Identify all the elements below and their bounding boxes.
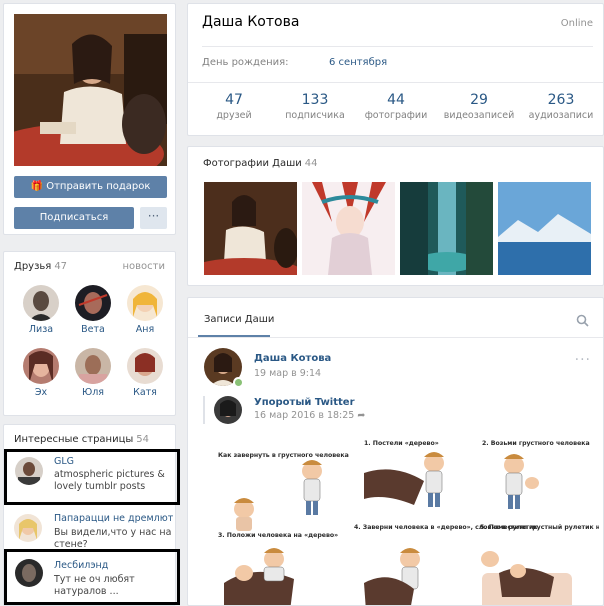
- friend-name: Катя: [133, 387, 157, 398]
- photo-thumbnail[interactable]: [498, 182, 591, 275]
- friend-avatar: [23, 285, 59, 321]
- share-icon: ➦: [357, 410, 366, 421]
- birthday-label: День рождения:: [202, 57, 289, 68]
- friend-avatar: [75, 285, 111, 321]
- stat-audio[interactable]: 263 аудиозаписи: [521, 92, 601, 121]
- friends-header[interactable]: Друзья 47: [14, 261, 67, 272]
- profile-photo[interactable]: [14, 14, 167, 166]
- photo-thumbnail[interactable]: [302, 182, 395, 275]
- page-avatar: [14, 514, 42, 542]
- page-item-lesbiland[interactable]: Лесбилэнд Тут не оч любят натуралов ...: [4, 549, 180, 605]
- photos-header[interactable]: Фотографии Даши 44: [203, 158, 317, 169]
- post-image-comic[interactable]: Как завернуть в грустного человека 1. По…: [214, 433, 603, 605]
- post-more-icon[interactable]: ···: [575, 352, 591, 368]
- repost-source-avatar[interactable]: [214, 396, 242, 424]
- page-avatar: [15, 559, 43, 587]
- friend-avatar: [127, 285, 163, 321]
- page-name: Папарацци не дремлют: [54, 513, 174, 524]
- repost-date[interactable]: 16 мар 2016 в 18:25 ➦: [254, 410, 365, 421]
- photo-thumbnail[interactable]: [400, 182, 493, 275]
- more-actions-button[interactable]: ···: [140, 207, 167, 229]
- stat-photos[interactable]: 44 фотографии: [356, 92, 436, 121]
- friend-avatar: [23, 348, 59, 384]
- stat-friends[interactable]: 47 друзей: [194, 92, 274, 121]
- friend-name: Юля: [81, 387, 105, 398]
- comic-caption: 2. Возьми грустного человека: [482, 440, 590, 447]
- page-description: Вы видели,что у нас на стене?: [54, 527, 172, 550]
- stat-videos[interactable]: 29 видеозаписей: [439, 92, 519, 121]
- page-name: Лесбилэнд: [54, 560, 109, 571]
- comic-caption: 3. Положи человека на «дерево»: [218, 532, 338, 539]
- birthday-value[interactable]: 6 сентября: [329, 57, 387, 68]
- interesting-pages-card: Интересные страницы 54 GLG atmospheric pi…: [3, 424, 180, 606]
- online-indicator: [233, 377, 244, 388]
- friend-name: Вета: [81, 324, 105, 335]
- stat-followers[interactable]: 133 подписчика: [275, 92, 355, 121]
- friends-card: Друзья 47 новости Лиза Вета Аня Эх Юля Ка…: [3, 251, 176, 416]
- page-avatar: [15, 457, 43, 485]
- comic-caption: 5. Поместите грустный рулетик на кровать…: [480, 523, 599, 531]
- divider: [202, 46, 593, 47]
- pages-header[interactable]: Интересные страницы 54: [14, 434, 149, 445]
- photo-thumbnail[interactable]: [204, 182, 297, 275]
- comic-caption: Как завернуть в грустного человека: [218, 452, 349, 459]
- comic-caption: 1. Постели «дерево»: [364, 440, 439, 447]
- wall-card: Записи Даши Даша Котова 19 мар в 9:14 ··…: [187, 297, 604, 606]
- post-author-name[interactable]: Даша Котова: [254, 353, 331, 364]
- friends-news-link[interactable]: новости: [123, 261, 166, 272]
- friend-name: Лиза: [28, 324, 54, 335]
- profile-info-card: Даша Котова Online День рождения: 6 сент…: [187, 3, 604, 136]
- online-status: Online: [560, 18, 593, 29]
- friend-avatar: [75, 348, 111, 384]
- page-description: atmospheric pictures & lovely tumblr pos…: [54, 469, 165, 492]
- repost-bar: [203, 396, 205, 424]
- friend-item[interactable]: Лиза: [16, 285, 66, 335]
- page-description: Тут не оч любят натуралов ...: [54, 574, 135, 597]
- photos-card: Фотографии Даши 44: [187, 146, 604, 286]
- divider: [188, 337, 603, 338]
- friend-item[interactable]: Аня: [120, 285, 170, 335]
- tab-wall-posts[interactable]: Записи Даши: [204, 314, 274, 325]
- subscribe-button[interactable]: Подписаться: [14, 207, 134, 229]
- repost-source-name[interactable]: Упоротый Twitter: [254, 397, 355, 408]
- friend-name: Аня: [135, 324, 155, 335]
- post-date[interactable]: 19 мар в 9:14: [254, 368, 321, 379]
- friend-item[interactable]: Катя: [120, 348, 170, 398]
- friend-item[interactable]: Эх: [16, 348, 66, 398]
- search-icon[interactable]: [576, 314, 589, 327]
- send-gift-button[interactable]: 🎁 Отправить подарок: [14, 176, 167, 198]
- page-item-glg[interactable]: GLG atmospheric pictures & lovely tumblr…: [4, 449, 180, 505]
- friend-item[interactable]: Юля: [68, 348, 118, 398]
- page-name: GLG: [54, 456, 75, 467]
- friend-name: Эх: [34, 387, 48, 398]
- divider: [188, 82, 603, 83]
- profile-name: Даша Котова: [202, 14, 300, 30]
- gift-icon: 🎁: [30, 181, 44, 192]
- friend-avatar: [127, 348, 163, 384]
- friend-item[interactable]: Вета: [68, 285, 118, 335]
- avatar-card: 🎁 Отправить подарок Подписаться ···: [3, 3, 176, 235]
